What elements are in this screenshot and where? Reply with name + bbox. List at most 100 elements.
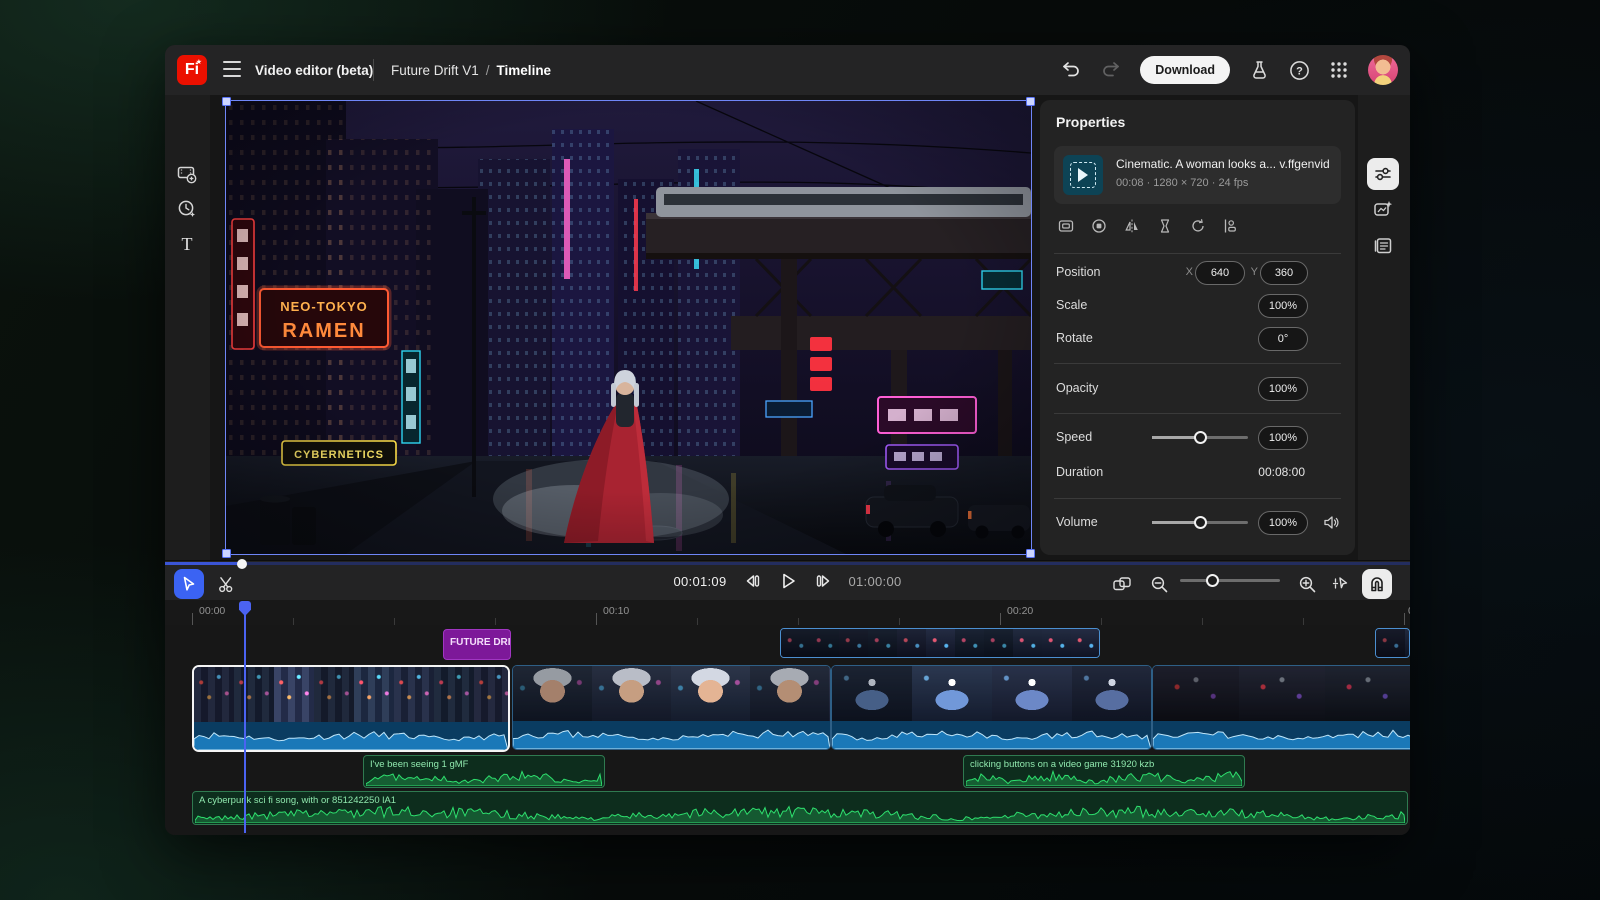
left-tool-rail: T bbox=[165, 95, 210, 560]
duration-row: Duration 00:08:00 bbox=[1056, 461, 1339, 485]
timeline-zoom-knob[interactable] bbox=[1206, 574, 1219, 587]
media-list-icon[interactable] bbox=[1372, 234, 1394, 256]
timeline-toolbar: 00:01:09 01:00:00 bbox=[165, 560, 1410, 601]
avatar[interactable] bbox=[1368, 55, 1398, 85]
position-row: Position X 640 Y 360 bbox=[1056, 261, 1339, 285]
scale-label: Scale bbox=[1056, 298, 1087, 312]
title-text-clip[interactable]: FUTURE DRIF bbox=[443, 629, 511, 660]
speed-slider[interactable] bbox=[1152, 436, 1248, 439]
scissors-icon[interactable] bbox=[215, 573, 237, 595]
ruler-label-0: 00:00 bbox=[199, 605, 225, 617]
zoom-out-icon[interactable] bbox=[1148, 573, 1170, 595]
align-distribute-icon[interactable] bbox=[1221, 216, 1241, 236]
mask-icon[interactable] bbox=[1089, 216, 1109, 236]
firefly-logo[interactable]: Fi★ bbox=[177, 55, 207, 85]
breadcrumb: Future Drift V1 / Timeline bbox=[391, 45, 551, 95]
razor-select-icon[interactable] bbox=[1330, 573, 1352, 595]
download-button[interactable]: Download bbox=[1140, 56, 1230, 84]
overlay-video-clip[interactable] bbox=[780, 628, 1100, 658]
audio-waveform bbox=[195, 804, 1405, 823]
position-x-input[interactable]: 640 bbox=[1195, 261, 1245, 285]
timeline-zoom-slider[interactable] bbox=[1180, 579, 1280, 582]
opacity-label: Opacity bbox=[1056, 381, 1098, 395]
scale-input[interactable]: 100% bbox=[1258, 294, 1308, 318]
properties-sliders-icon[interactable] bbox=[1367, 158, 1399, 190]
text-tool-icon[interactable]: T bbox=[176, 233, 198, 255]
resize-handle-bl[interactable] bbox=[222, 549, 231, 558]
resize-handle-tl[interactable] bbox=[222, 97, 231, 106]
current-time: 00:01:09 bbox=[673, 574, 726, 589]
speed-input[interactable]: 100% bbox=[1258, 426, 1308, 450]
clip-thumbnails bbox=[513, 666, 830, 721]
zoom-in-icon[interactable] bbox=[1296, 573, 1318, 595]
select-tool-button[interactable] bbox=[174, 569, 204, 599]
frame-back-icon[interactable] bbox=[741, 570, 763, 592]
clip-meta: 00:08 · 1280 × 720 · 24 fps bbox=[1116, 177, 1248, 189]
add-media-icon[interactable] bbox=[176, 163, 198, 185]
beaker-icon[interactable] bbox=[1248, 59, 1270, 81]
rotate-input[interactable]: 0° bbox=[1258, 327, 1308, 351]
timeline-ruler[interactable]: 00:00 00:10 00:20 00:30 bbox=[165, 600, 1410, 625]
music-clip[interactable]: A cyberpunk sci fi song, with or 8512422… bbox=[192, 791, 1408, 825]
redo-icon[interactable] bbox=[1100, 59, 1122, 81]
video-clip-4[interactable] bbox=[1152, 665, 1410, 750]
audio-clip-1-label: I've been seeing 1 gMF bbox=[370, 759, 468, 770]
hourglass-icon[interactable] bbox=[1155, 216, 1175, 236]
duration-label: Duration bbox=[1056, 465, 1103, 479]
volume-slider-knob[interactable] bbox=[1194, 516, 1207, 529]
rotate-icon[interactable] bbox=[1188, 216, 1208, 236]
app-window: Fi★ Video editor (beta) Future Drift V1 … bbox=[165, 45, 1410, 835]
right-icon-rail bbox=[1358, 95, 1410, 560]
breadcrumb-separator: / bbox=[486, 63, 490, 78]
clip-audio-waveform bbox=[1153, 723, 1410, 749]
resize-handle-br[interactable] bbox=[1026, 549, 1035, 558]
video-preview-frame[interactable]: NEO-TOKYO RAMEN CYBERNETICS bbox=[225, 100, 1032, 555]
volume-input[interactable]: 100% bbox=[1258, 511, 1308, 535]
seek-knob[interactable] bbox=[237, 559, 247, 569]
speed-row: Speed 100% bbox=[1056, 426, 1339, 450]
clip-thumbnails bbox=[832, 666, 1151, 721]
magnet-snap-button[interactable] bbox=[1362, 569, 1392, 599]
volume-row: Volume 100% bbox=[1056, 511, 1339, 535]
video-clip-1-selected[interactable] bbox=[192, 665, 510, 752]
clip-thumbnail bbox=[1063, 155, 1103, 195]
breadcrumb-page: Timeline bbox=[497, 63, 552, 78]
audio-clip-1[interactable]: I've been seeing 1 gMF bbox=[363, 755, 605, 788]
resize-handle-tr[interactable] bbox=[1026, 97, 1035, 106]
flip-horizontal-icon[interactable] bbox=[1122, 216, 1142, 236]
audio-waveform bbox=[366, 770, 602, 786]
rotate-row: Rotate 0° bbox=[1056, 327, 1339, 351]
play-icon[interactable] bbox=[777, 570, 799, 592]
app-title: Video editor (beta) bbox=[255, 45, 373, 95]
help-icon[interactable]: ? bbox=[1288, 59, 1310, 81]
video-clip-3[interactable] bbox=[831, 665, 1152, 750]
volume-slider[interactable] bbox=[1152, 521, 1248, 524]
apps-grid-icon[interactable] bbox=[1328, 59, 1350, 81]
overlay-video-clip-2[interactable] bbox=[1375, 628, 1410, 658]
scale-row: Scale 100% bbox=[1056, 294, 1339, 318]
breadcrumb-project[interactable]: Future Drift V1 bbox=[391, 63, 479, 78]
fit-frame-icon[interactable] bbox=[1056, 216, 1076, 236]
panel-title: Properties bbox=[1056, 114, 1125, 130]
audio-clip-2-label: clicking buttons on a video game 31920 k… bbox=[970, 759, 1154, 770]
video-clip-2[interactable] bbox=[512, 665, 831, 750]
undo-icon[interactable] bbox=[1060, 59, 1082, 81]
position-y-input[interactable]: 360 bbox=[1260, 261, 1308, 285]
overlap-clips-icon[interactable] bbox=[1111, 573, 1133, 595]
frame-forward-icon[interactable] bbox=[813, 570, 835, 592]
generate-clock-icon[interactable] bbox=[176, 198, 198, 220]
clip-name: Cinematic. A woman looks a... v.ffgenvid bbox=[1116, 157, 1333, 171]
logo-star-icon: ★ bbox=[196, 59, 202, 66]
speed-slider-knob[interactable] bbox=[1194, 431, 1207, 444]
timeline-tracks: FUTURE DRIF bbox=[165, 625, 1410, 835]
properties-panel: Properties Cinematic. A woman looks a...… bbox=[1040, 100, 1355, 555]
hamburger-menu-icon[interactable] bbox=[223, 61, 241, 77]
audio-clip-2[interactable]: clicking buttons on a video game 31920 k… bbox=[963, 755, 1245, 788]
clip-thumbnails bbox=[194, 667, 508, 722]
opacity-row: Opacity 100% bbox=[1056, 377, 1339, 401]
generative-edit-icon[interactable] bbox=[1372, 198, 1394, 220]
speaker-icon[interactable] bbox=[1323, 514, 1340, 531]
transport-controls: 00:01:09 01:00:00 bbox=[673, 561, 901, 601]
opacity-input[interactable]: 100% bbox=[1258, 377, 1308, 401]
selected-clip-card[interactable]: Cinematic. A woman looks a... v.ffgenvid… bbox=[1054, 146, 1341, 204]
